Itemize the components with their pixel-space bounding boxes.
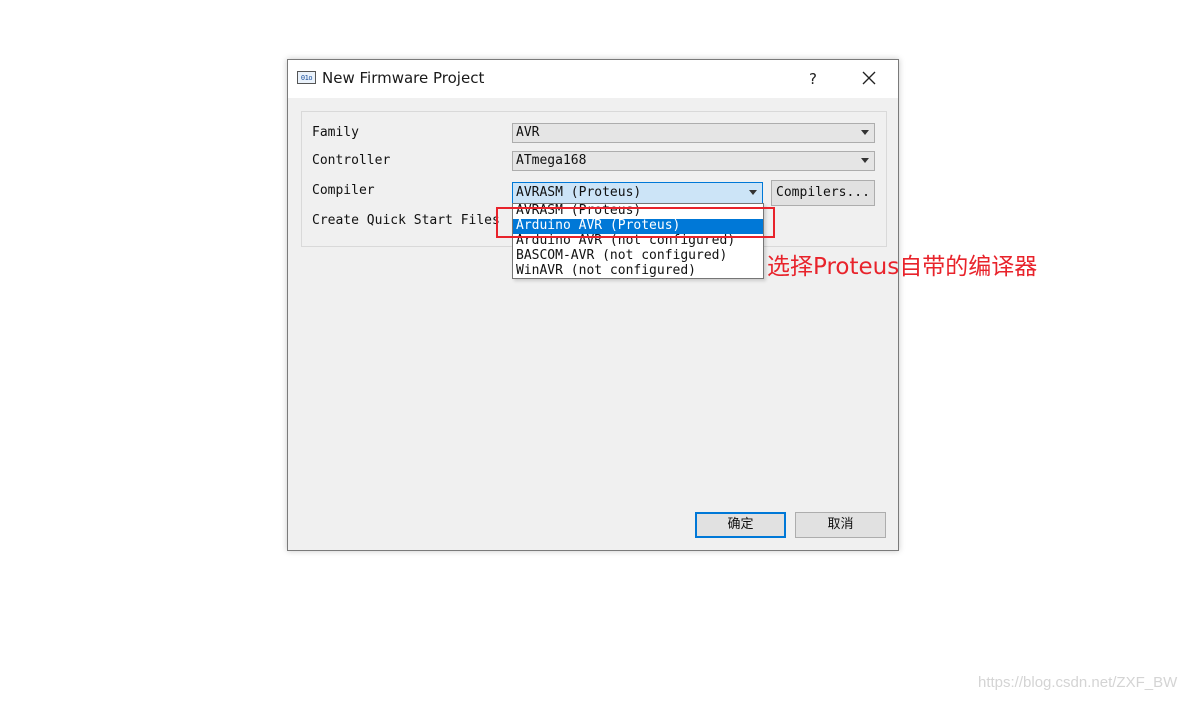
controller-select-value: ATmega168 <box>516 153 587 168</box>
dialog-title: New Firmware Project <box>322 69 485 87</box>
watermark: https://blog.csdn.net/ZXF_BW <box>978 674 1178 691</box>
help-button[interactable]: ? <box>800 66 826 92</box>
annotation-highlight-box <box>496 207 775 238</box>
compilers-button[interactable]: Compilers... <box>771 180 875 206</box>
close-icon <box>862 71 876 85</box>
new-firmware-project-dialog: 01o New Firmware Project ? Family AVR Co… <box>287 59 899 551</box>
chevron-down-icon <box>749 190 757 195</box>
compiler-select[interactable]: AVRASM (Proteus) <box>512 182 763 204</box>
controller-select[interactable]: ATmega168 <box>512 151 875 171</box>
family-label: Family <box>312 125 359 140</box>
annotation-text: 选择Proteus自带的编译器 <box>767 254 1038 280</box>
title-bar: 01o New Firmware Project ? <box>288 60 898 98</box>
close-button[interactable] <box>854 66 884 92</box>
chevron-down-icon <box>861 158 869 163</box>
firmware-app-icon: 01o <box>297 71 316 84</box>
family-select-value: AVR <box>516 125 540 140</box>
dropdown-option-winavr[interactable]: WinAVR (not configured) <box>513 264 763 279</box>
controller-label: Controller <box>312 153 391 168</box>
quick-start-label: Create Quick Start Files <box>312 213 500 228</box>
compiler-label: Compiler <box>312 183 375 198</box>
dropdown-option-bascom-avr[interactable]: BASCOM-AVR (not configured) <box>513 249 763 264</box>
family-select[interactable]: AVR <box>512 123 875 143</box>
compiler-select-value: AVRASM (Proteus) <box>516 185 642 200</box>
chevron-down-icon <box>861 130 869 135</box>
cancel-button[interactable]: 取消 <box>795 512 886 538</box>
ok-button[interactable]: 确定 <box>695 512 786 538</box>
